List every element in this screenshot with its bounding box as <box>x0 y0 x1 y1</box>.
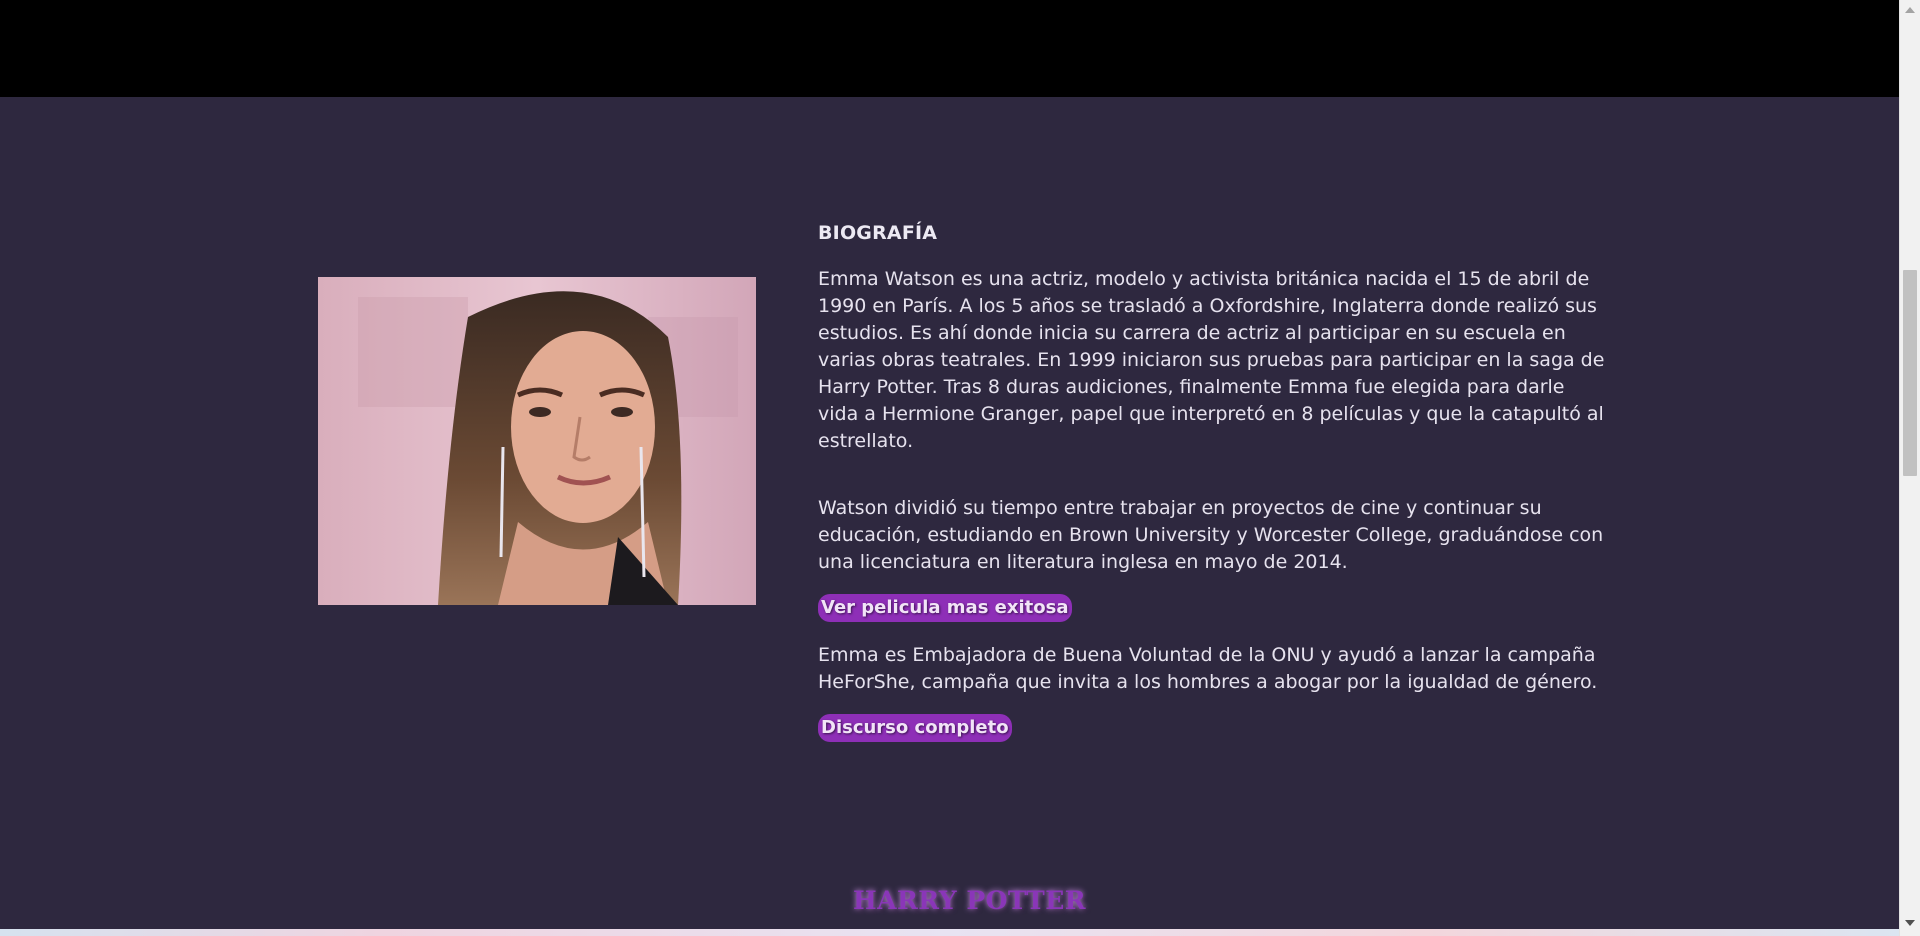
bottom-gradient-strip <box>0 929 1899 936</box>
discurso-completo-button[interactable]: Discurso completo <box>818 714 1012 742</box>
ver-pelicula-button[interactable]: Ver pelicula mas exitosa <box>818 594 1072 622</box>
biography-paragraph-1: Emma Watson es una actriz, modelo y acti… <box>818 268 1605 452</box>
page: BIOGRAFÍA Emma Watson es una actriz, mod… <box>0 0 1920 936</box>
scroll-up-arrow-icon[interactable] <box>1905 7 1915 13</box>
portrait-illustration <box>318 277 756 605</box>
biography-title: BIOGRAFÍA <box>818 222 938 244</box>
scrollbar-thumb[interactable] <box>1903 270 1917 476</box>
scroll-down-arrow-icon[interactable] <box>1905 920 1915 926</box>
vertical-scrollbar[interactable] <box>1899 0 1920 936</box>
biography-paragraph-3: Emma es Embajadora de Buena Voluntad de … <box>818 644 1598 693</box>
movie-button-wrapper: Ver pelicula mas exitosa <box>818 594 1608 622</box>
emma-watson-photo <box>318 277 756 605</box>
speech-button-wrapper: Discurso completo <box>818 714 1608 742</box>
harry-potter-section-title: HARRY POTTER <box>853 886 1087 915</box>
biography-section: BIOGRAFÍA Emma Watson es una actriz, mod… <box>818 222 1608 742</box>
biography-paragraph-2: Watson dividió su tiempo entre trabajar … <box>818 497 1604 573</box>
top-header-bar <box>0 0 1899 97</box>
